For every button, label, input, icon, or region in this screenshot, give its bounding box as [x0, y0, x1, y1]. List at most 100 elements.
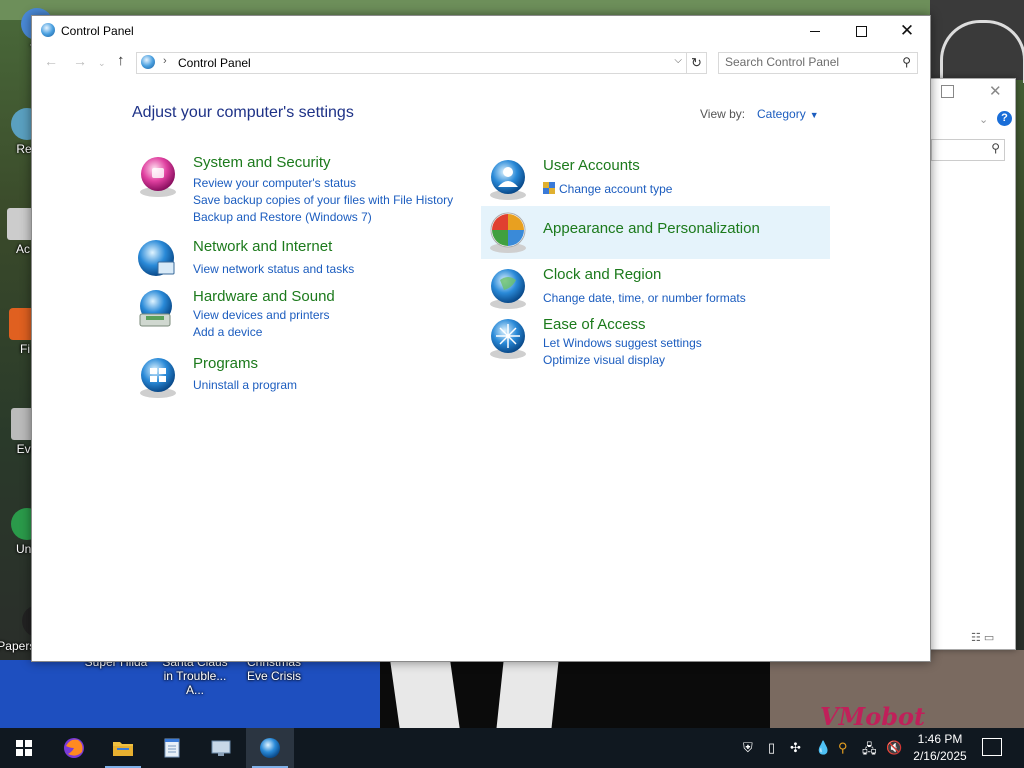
windows-logo-icon — [16, 740, 32, 756]
clock-time: 1:46 PM — [917, 732, 963, 746]
appearance-icon — [490, 212, 526, 253]
category-title[interactable]: Appearance and Personalization — [543, 220, 760, 237]
wallpaper-shape — [390, 660, 460, 728]
category-link[interactable]: Save backup copies of your files with Fi… — [193, 193, 453, 207]
computer-icon — [211, 740, 231, 756]
notification-icon[interactable] — [982, 738, 1002, 756]
search-box[interactable]: ⚲ — [718, 52, 918, 74]
chevron-down-icon[interactable]: ⌄ — [979, 113, 988, 126]
control-panel-icon — [141, 55, 155, 69]
title-bar[interactable]: Control Panel ✕ — [32, 16, 930, 47]
category-link[interactable]: Optimize visual display — [543, 353, 665, 367]
control-panel-icon — [41, 23, 55, 37]
wallpaper-shape — [496, 660, 559, 728]
category-link[interactable]: Uninstall a program — [193, 378, 297, 392]
control-panel-window[interactable]: Control Panel ✕ ← → ⌄ ↑ › Control Panel … — [31, 15, 931, 662]
category-link[interactable]: Add a device — [193, 325, 262, 339]
printer-icon — [139, 290, 172, 327]
category-title[interactable]: Hardware and Sound — [193, 288, 335, 305]
search-icon[interactable]: ⚲ — [902, 55, 911, 69]
category-programs: Programs Uninstall a program — [136, 355, 456, 401]
category-hardware-and-sound: Hardware and Sound View devices and prin… — [136, 288, 456, 344]
category-appearance-and-personalization[interactable]: Appearance and Personalization — [481, 206, 830, 259]
view-by-label: View by: — [700, 107, 746, 121]
taskbar-app-file-explorer[interactable] — [99, 728, 147, 768]
category-link[interactable]: Let Windows suggest settings — [543, 336, 702, 350]
taskbar: ⛨ ▯ ✣ 💧 ⚲ 🖧 🔇 1:46 PM 2/16/2025 — [0, 728, 1024, 768]
category-link[interactable]: Backup and Restore (Windows 7) — [193, 210, 372, 224]
category-title[interactable]: Clock and Region — [543, 266, 661, 283]
control-panel-icon — [260, 738, 280, 758]
category-ease-of-access: Ease of Access Let Windows suggest setti… — [486, 316, 826, 372]
taskbar-app-control-panel[interactable] — [246, 728, 294, 768]
maximize-button[interactable] — [838, 16, 884, 46]
firefox-icon — [64, 738, 84, 758]
volume-muted-icon[interactable]: 🔇 — [886, 740, 902, 756]
dropdown-arrow-icon: ▼ — [809, 110, 819, 120]
network-icon[interactable]: 🖧 — [862, 740, 877, 762]
minimize-button[interactable] — [792, 16, 838, 46]
folder-icon — [113, 742, 133, 756]
search-input[interactable] — [719, 53, 895, 71]
recent-locations-button[interactable]: ⌄ — [98, 58, 106, 69]
taskbar-app-notepad[interactable] — [148, 728, 196, 768]
refresh-button[interactable]: ↻ — [686, 52, 707, 74]
shield-icon — [140, 157, 176, 197]
category-user-accounts: User Accounts Change account type — [486, 157, 826, 203]
chevron-down-icon[interactable]: ⌵ — [674, 55, 682, 66]
system-clock[interactable]: 1:46 PM 2/16/2025 — [905, 731, 975, 765]
close-icon: ✕ — [899, 21, 915, 40]
programs-icon — [140, 358, 176, 398]
category-title[interactable]: System and Security — [193, 154, 331, 171]
minimize-icon — [810, 31, 820, 32]
category-title[interactable]: Ease of Access — [543, 316, 646, 333]
category-link[interactable]: Change account type — [559, 182, 672, 196]
globe-icon — [138, 240, 175, 276]
up-button[interactable]: ↑ — [117, 52, 125, 69]
category-link[interactable]: Review your computer's status — [193, 176, 356, 190]
clock-date: 2/16/2025 — [913, 749, 967, 763]
view-by-value: Category — [757, 107, 806, 121]
category-system-and-security: System and Security Review your computer… — [136, 154, 456, 226]
address-bar[interactable]: › Control Panel ⌵ — [136, 52, 687, 74]
breadcrumb-control-panel[interactable]: Control Panel — [178, 56, 251, 70]
back-button[interactable]: ← — [44, 53, 58, 69]
category-title[interactable]: Programs — [193, 355, 258, 372]
droplet-icon[interactable]: 💧 — [815, 740, 831, 756]
window-title: Control Panel — [61, 24, 134, 38]
clock-icon — [490, 269, 526, 309]
maximize-icon — [856, 26, 867, 37]
search-input[interactable]: ⚲ — [931, 139, 1005, 161]
category-link[interactable]: View network status and tasks — [193, 262, 354, 276]
close-icon[interactable]: ✕ — [989, 82, 1002, 100]
breadcrumb-separator: › — [163, 55, 167, 67]
maximize-icon[interactable] — [941, 85, 954, 98]
forward-button[interactable]: → — [73, 53, 87, 69]
wallpaper-right-top — [930, 0, 1024, 83]
taskbar-app-firefox[interactable] — [50, 728, 98, 768]
close-button[interactable]: ✕ — [884, 16, 930, 46]
search-tray-icon[interactable]: ⚲ — [838, 740, 848, 756]
category-link[interactable]: View devices and printers — [193, 308, 330, 322]
view-by-dropdown[interactable]: Category ▼ — [757, 107, 819, 121]
category-network-and-internet: Network and Internet View network status… — [136, 238, 456, 284]
app-tray-icon[interactable]: ✣ — [790, 740, 801, 756]
accessibility-icon — [490, 319, 526, 359]
page-title: Adjust your computer's settings — [132, 104, 354, 121]
category-clock-and-region: Clock and Region Change date, time, or n… — [486, 266, 826, 312]
wallpaper-logo: VMobot — [820, 702, 926, 728]
user-icon — [490, 160, 526, 200]
category-link[interactable]: Change date, time, or number formats — [543, 291, 746, 305]
navigation-bar: ← → ⌄ ↑ › Control Panel ⌵ ↻ ⚲ — [32, 51, 930, 77]
category-title[interactable]: Network and Internet — [193, 238, 332, 255]
search-icon: ⚲ — [991, 141, 1000, 155]
security-alert-icon[interactable]: ⛨ — [743, 740, 753, 756]
tablet-icon[interactable]: ▯ — [768, 740, 775, 756]
help-icon[interactable]: ? — [997, 111, 1012, 126]
background-window[interactable]: ✕ ⌄ ? ⚲ ☷▭ — [930, 78, 1016, 650]
start-button[interactable] — [0, 728, 48, 768]
view-toggle-icon[interactable]: ☷▭ — [971, 631, 997, 644]
notepad-icon — [164, 738, 180, 758]
taskbar-app-remote-desktop[interactable] — [197, 728, 245, 768]
category-title[interactable]: User Accounts — [543, 157, 640, 174]
